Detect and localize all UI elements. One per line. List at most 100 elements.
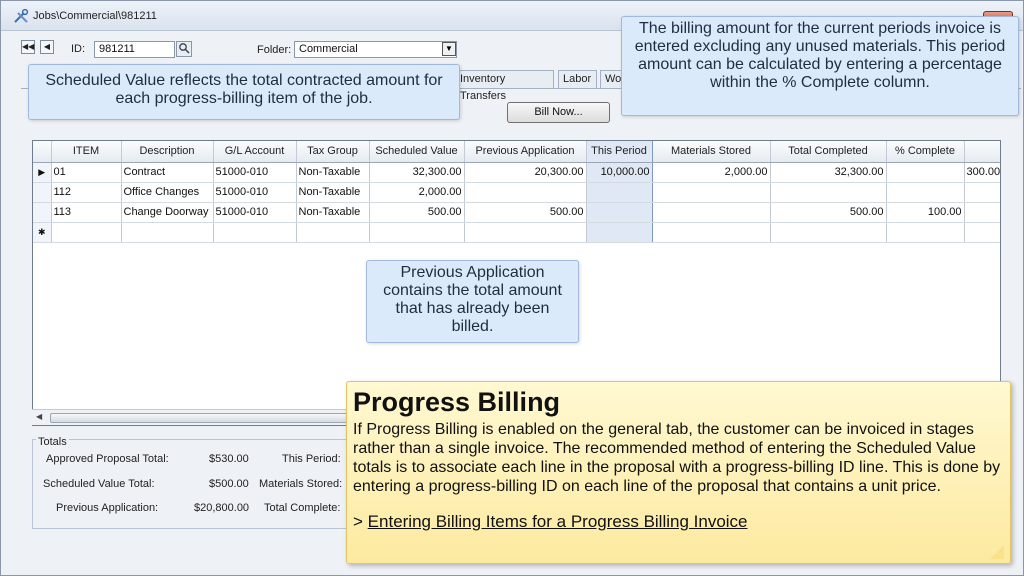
table-row[interactable]: 112 Office Changes 51000-010 Non-Taxable…	[33, 182, 1000, 203]
previous-record-button[interactable]: ◀	[40, 40, 54, 54]
cell-scheduled-value[interactable]: 2,000.00	[369, 182, 465, 203]
cell-description[interactable]: Contract	[121, 162, 214, 183]
cell-description[interactable]: Change Doorway	[121, 202, 214, 223]
table-row[interactable]: ▶ 01 Contract 51000-010 Non-Taxable 32,3…	[33, 162, 1000, 183]
bill-now-button[interactable]: Bill Now...	[507, 102, 610, 123]
cell-previous-application[interactable]	[464, 182, 587, 203]
cell-item[interactable]: 01	[51, 162, 122, 183]
cell-materials-stored[interactable]	[652, 202, 771, 223]
cell-balance[interactable]	[964, 182, 1000, 203]
billing-items-help-link[interactable]: Entering Billing Items for a Progress Bi…	[368, 512, 748, 531]
cell-percent-complete[interactable]	[886, 182, 965, 203]
cell-materials-stored[interactable]	[652, 182, 771, 203]
cell-this-period[interactable]	[585, 202, 653, 223]
cell-total-completed[interactable]: 500.00	[770, 202, 887, 223]
job-window: Jobs\Commercial\981211 ◀◀ ◀ ID: 981211 F…	[0, 0, 1024, 576]
cell-item[interactable]: 113	[51, 202, 122, 223]
id-input[interactable]: 981211	[94, 41, 175, 58]
cell-percent-complete[interactable]	[885, 162, 965, 183]
cell-this-period[interactable]: 10,000.00	[585, 162, 653, 183]
id-label: ID:	[71, 43, 86, 55]
cell-this-period[interactable]	[585, 182, 653, 203]
folder-dropdown-button[interactable]: ▼	[442, 42, 456, 56]
column-header-item[interactable]: ITEM	[51, 141, 122, 163]
new-cell-materials-stored[interactable]	[652, 222, 771, 243]
cell-gl-account[interactable]: 51000-010	[213, 202, 297, 223]
progress-billing-link-row: > Entering Billing Items for a Progress …	[353, 512, 1004, 532]
cell-tax-group[interactable]: Non-Taxable	[296, 202, 370, 223]
cell-description[interactable]: Office Changes	[121, 182, 214, 203]
totals-group-label: Totals	[36, 436, 69, 448]
billing-items-table: ITEM Description G/L Account Tax Group S…	[33, 141, 1000, 243]
window-title: Jobs\Commercial\981211	[33, 10, 157, 22]
new-cell-previous-application[interactable]	[464, 222, 587, 243]
new-cell-item[interactable]	[51, 222, 122, 243]
column-header-scheduled-value[interactable]: Scheduled Value	[369, 141, 465, 163]
cell-tax-group[interactable]: Non-Taxable	[296, 182, 370, 203]
folder-select[interactable]: Commercial	[294, 41, 457, 58]
cell-total-completed[interactable]	[770, 182, 887, 203]
tab-labor[interactable]: Labor	[558, 70, 597, 89]
table-row[interactable]: 113 Change Doorway 51000-010 Non-Taxable…	[33, 202, 1000, 223]
approved-proposal-total-label: Approved Proposal Total:	[46, 453, 169, 465]
column-header-description[interactable]: Description	[121, 141, 214, 163]
current-row-indicator[interactable]: ▶	[33, 162, 52, 183]
chevron-down-icon: ▼	[445, 44, 453, 53]
column-header-total-completed[interactable]: Total Completed	[770, 141, 887, 163]
cell-scheduled-value[interactable]: 32,300.00	[369, 162, 465, 183]
panel-corner-decoration	[990, 545, 1004, 559]
progress-billing-body: If Progress Billing is enabled on the ge…	[353, 421, 1001, 495]
column-header-previous-application[interactable]: Previous Application	[464, 141, 587, 163]
new-row-indicator[interactable]: ✱	[33, 222, 52, 243]
previous-application-callout: Previous Application contains the total …	[366, 260, 579, 343]
horizontal-scrollbar[interactable]: ◀	[32, 409, 362, 425]
progress-billing-help-panel: Progress Billing If Progress Billing is …	[346, 381, 1011, 564]
billing-amount-callout-text: The billing amount for the current perio…	[634, 20, 1006, 91]
cell-item[interactable]: 112	[51, 182, 122, 203]
scheduled-value-callout: Scheduled Value reflects the total contr…	[28, 64, 460, 120]
row-selector[interactable]	[33, 202, 52, 223]
row-selector[interactable]	[33, 182, 52, 203]
column-header-gl-account[interactable]: G/L Account	[213, 141, 297, 163]
progress-billing-title: Progress Billing	[353, 387, 561, 417]
new-cell-gl-account[interactable]	[213, 222, 297, 243]
cell-percent-complete[interactable]: 100.00	[886, 202, 965, 223]
column-header-percent-complete[interactable]: % Complete	[886, 141, 965, 163]
cell-balance[interactable]	[964, 202, 1000, 223]
column-header-this-period[interactable]: This Period	[585, 141, 653, 163]
search-icon	[179, 43, 190, 54]
new-cell-balance[interactable]	[964, 222, 1000, 243]
tools-icon	[14, 8, 29, 23]
cell-balance[interactable]: 300.00	[964, 162, 1000, 183]
cell-gl-account[interactable]: 51000-010	[213, 162, 297, 183]
scroll-left-icon[interactable]: ◀	[36, 412, 42, 421]
column-header-tax-group[interactable]: Tax Group	[296, 141, 370, 163]
cell-scheduled-value[interactable]: 500.00	[369, 202, 465, 223]
new-cell-total-completed[interactable]	[770, 222, 887, 243]
previous-record-icon: ◀	[43, 42, 51, 51]
cell-gl-account[interactable]: 51000-010	[213, 182, 297, 203]
new-cell-description[interactable]	[121, 222, 214, 243]
previous-application-total-value: $20,800.00	[194, 502, 250, 514]
folder-label: Folder:	[257, 44, 292, 56]
tab-inventory-transfers[interactable]: Inventory Transfers	[455, 70, 554, 102]
first-record-button[interactable]: ◀◀	[21, 40, 35, 54]
column-header-balance[interactable]: Bal	[964, 141, 1000, 163]
new-row[interactable]: ✱	[33, 222, 1000, 243]
scrollbar-thumb[interactable]	[50, 413, 360, 423]
total-complete-label: Total Complete:	[264, 502, 341, 514]
row-selector-header	[33, 141, 52, 163]
cell-materials-stored[interactable]: 2,000.00	[652, 162, 771, 183]
new-cell-this-period[interactable]	[585, 222, 653, 243]
cell-previous-application[interactable]: 500.00	[464, 202, 587, 223]
cell-previous-application[interactable]: 20,300.00	[464, 162, 587, 183]
id-lookup-button[interactable]	[176, 41, 192, 57]
this-period-total-label: This Period:	[282, 453, 341, 465]
cell-tax-group[interactable]: Non-Taxable	[296, 162, 370, 183]
cell-total-completed[interactable]: 32,300.00	[770, 162, 887, 183]
approved-proposal-total-value: $530.00	[209, 453, 249, 465]
new-cell-scheduled-value[interactable]	[369, 222, 465, 243]
new-cell-tax-group[interactable]	[296, 222, 370, 243]
new-cell-percent-complete[interactable]	[886, 222, 965, 243]
column-header-materials-stored[interactable]: Materials Stored	[652, 141, 771, 163]
